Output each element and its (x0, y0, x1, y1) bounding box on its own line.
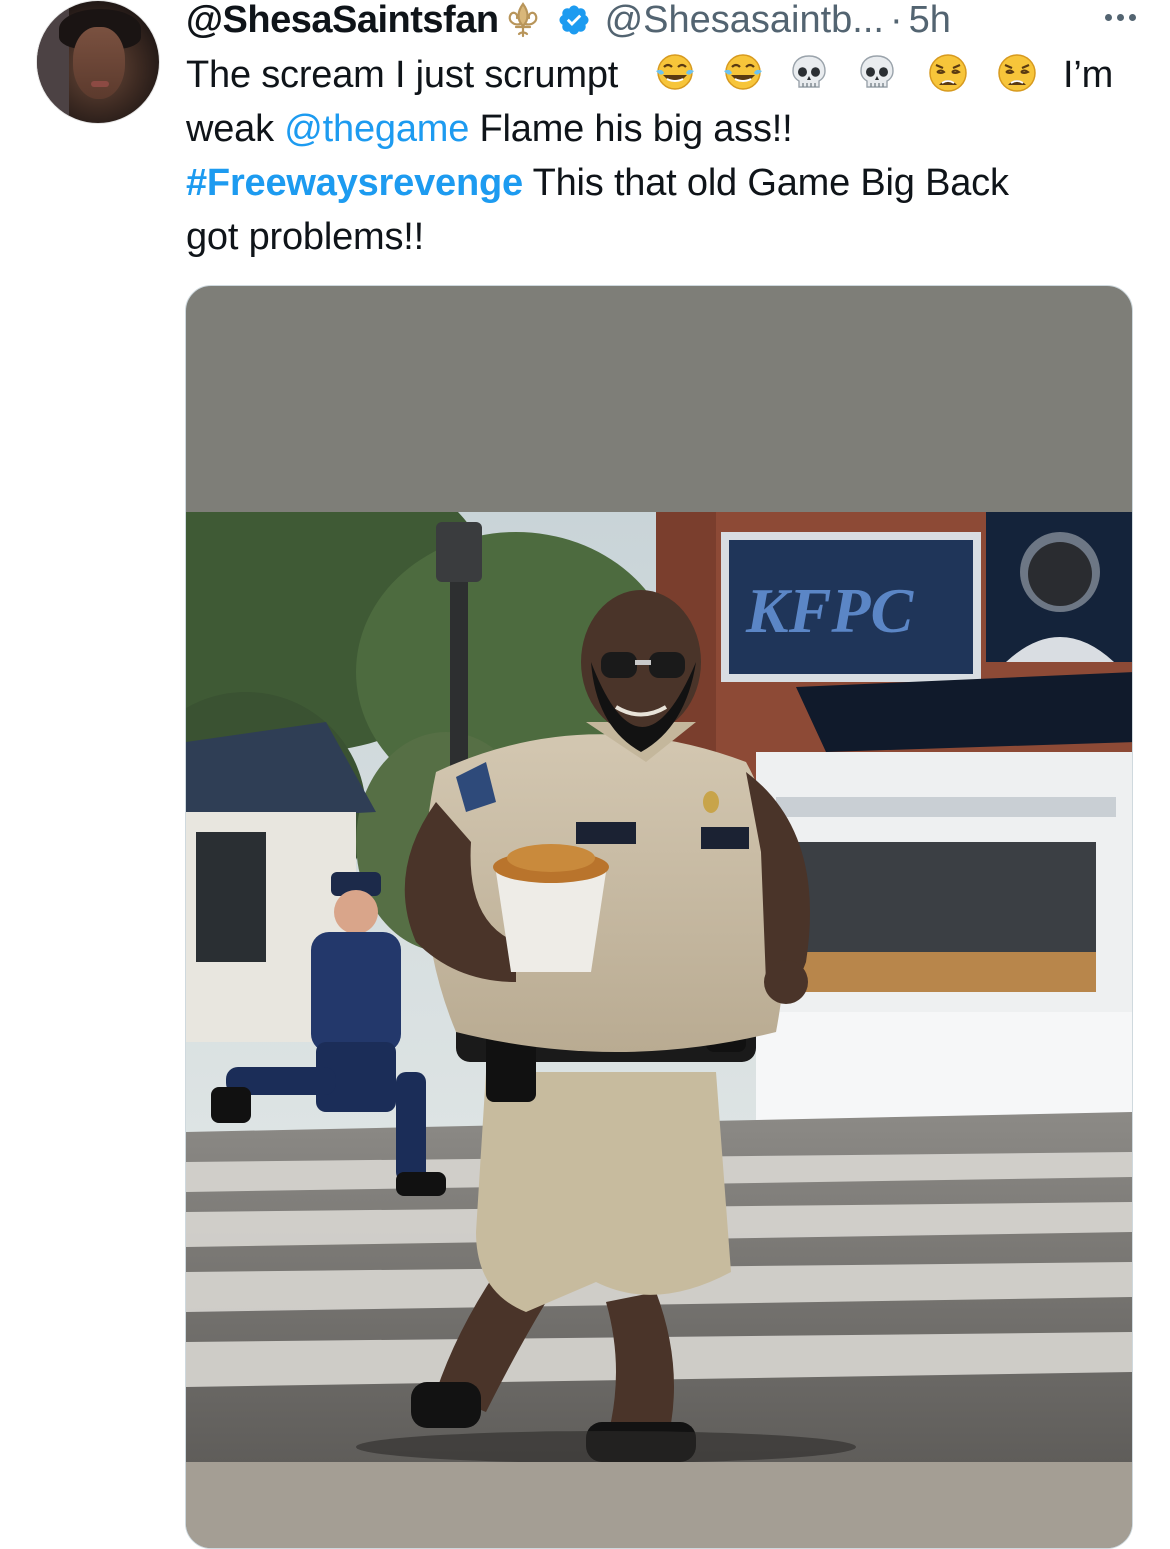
tweet-text: The scream I just scrumpt I’m weak @theg… (186, 48, 1136, 264)
verified-badge-icon[interactable] (557, 3, 591, 37)
skull-emoji-icon (791, 55, 826, 88)
fleur-de-lis-icon (508, 2, 537, 38)
tweet-header: @ShesaSaintsfan @Shesasaintb... · 5h (186, 0, 1136, 42)
tweet-text-line-4: got problems!! (186, 210, 1136, 264)
handle[interactable]: @Shesasaintb... (605, 0, 884, 42)
weary-face-emoji-icon (929, 54, 968, 92)
avatar[interactable] (36, 0, 160, 124)
media-photo[interactable]: KFPC (186, 512, 1132, 1462)
avatar-face (73, 27, 125, 99)
tweet-text-line-2: weak @thegame Flame his big ass!! (186, 102, 1136, 156)
timestamp[interactable]: 5h (909, 0, 951, 42)
tweet[interactable]: @ShesaSaintsfan @Shesasaintb... · 5h The… (0, 0, 1170, 1549)
sign-text: KFPC (745, 575, 914, 646)
tears-of-joy-emoji-icon (724, 54, 763, 90)
mention-link[interactable]: @thegame (284, 108, 469, 150)
text-segment: I’m (1063, 54, 1114, 96)
tweet-text-line-3: #Freewaysrevenge This that old Game Big … (186, 156, 1136, 210)
text-segment: got problems!! (186, 216, 424, 258)
skull-emoji-icon (860, 55, 894, 88)
hashtag-link[interactable]: #Freewaysrevenge (186, 162, 523, 204)
weary-face-emoji-icon (997, 54, 1036, 92)
text-segment: weak (186, 108, 274, 150)
text-segment: The scream I just scrumpt (186, 54, 619, 96)
text-segment: This that old Game Big Back (532, 162, 1009, 204)
separator-dot: · (889, 0, 903, 41)
tears-of-joy-emoji-icon (655, 54, 694, 90)
display-name[interactable]: @ShesaSaintsfan (186, 0, 499, 42)
more-options-icon[interactable] (1105, 14, 1136, 21)
avatar-lips (91, 81, 109, 87)
tweet-media[interactable]: KFPC (185, 285, 1133, 1549)
text-segment: Flame his big ass!! (479, 108, 793, 150)
tweet-text-line-1: The scream I just scrumpt I’m (186, 48, 1136, 102)
photo-illustration: KFPC (186, 512, 1132, 1462)
media-bottom-band (186, 1462, 1132, 1548)
